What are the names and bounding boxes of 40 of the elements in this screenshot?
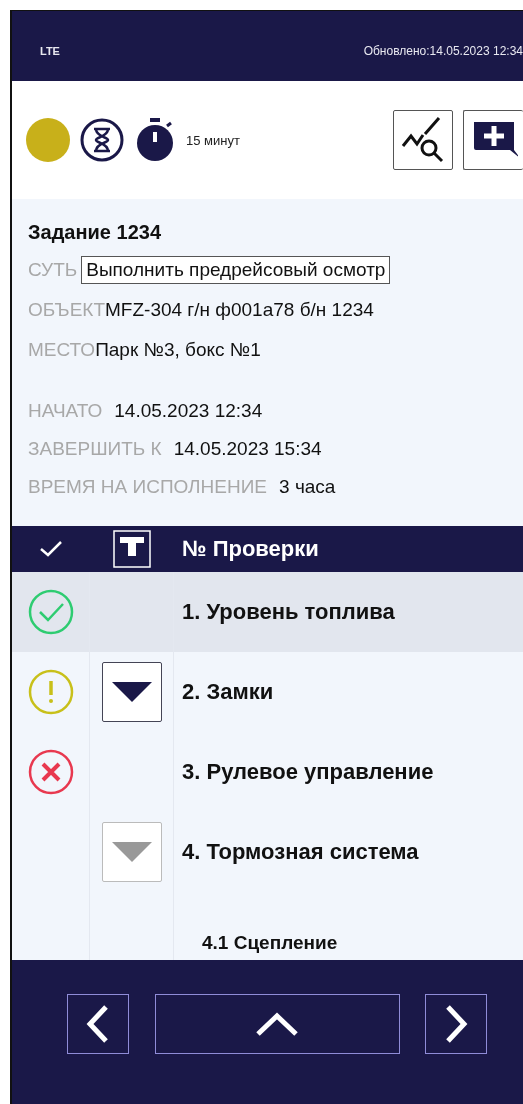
time-value: 3 часа (279, 476, 336, 498)
previous-button[interactable] (67, 993, 129, 1054)
field-value: Парк №3, бокс №1 (95, 339, 261, 361)
time-label: ЗАВЕРШИТЬ К (28, 438, 162, 460)
time-value: 14.05.2023 12:34 (114, 400, 263, 422)
field-value: MFZ-304 г/н ф001а78 б/н 1234 (105, 299, 374, 321)
collapse-button[interactable] (154, 993, 400, 1054)
time-value: 14.05.2023 15:34 (173, 438, 322, 460)
next-button[interactable] (425, 993, 487, 1054)
hierarchy-icon[interactable] (113, 530, 151, 568)
chevron-up-icon (255, 1010, 299, 1037)
network-label: LTE (40, 45, 60, 57)
check-icon (40, 541, 62, 557)
field-label: ОБЪЕКТ (28, 299, 105, 321)
check-title: 3. Рулевое управление (181, 759, 434, 785)
chart-search-button[interactable] (393, 110, 453, 170)
time-label: ВРЕМЯ НА ИСПОЛНЕНИЕ (28, 476, 268, 498)
column-header: № Проверки (181, 536, 319, 562)
task-title: Задание 1234 (28, 221, 163, 244)
field-label: МЕСТО (28, 339, 96, 361)
time-label: НАЧАТО (28, 400, 103, 422)
check-row[interactable]: 1. Уровень топлива (12, 572, 523, 652)
timer-label: 15 минут (186, 132, 240, 148)
caret-icon (111, 682, 152, 702)
field-label: СУТЬ (28, 259, 78, 281)
expand-button[interactable] (101, 662, 162, 722)
chevron-left-icon (86, 1003, 110, 1044)
updated-label: Обновлено:14.05.2023 12:34 (363, 44, 523, 58)
check-row[interactable]: 3. Рулевое управление (12, 732, 523, 812)
caret-icon (111, 842, 152, 862)
hourglass-icon (80, 118, 124, 162)
check-title: 2. Замки (181, 679, 274, 705)
stopwatch-icon (134, 118, 176, 162)
check-title: 4. Тормозная система (181, 839, 419, 865)
check-title: 4.1 Сцепление (201, 932, 338, 955)
check-title: 1. Уровень топлива (181, 599, 395, 625)
description-field[interactable]: Выполнить предрейсовый осмотр (81, 256, 391, 284)
check-row[interactable]: 2. Замки (12, 652, 523, 732)
chevron-right-icon (444, 1003, 468, 1044)
add-comment-button[interactable] (463, 110, 523, 170)
